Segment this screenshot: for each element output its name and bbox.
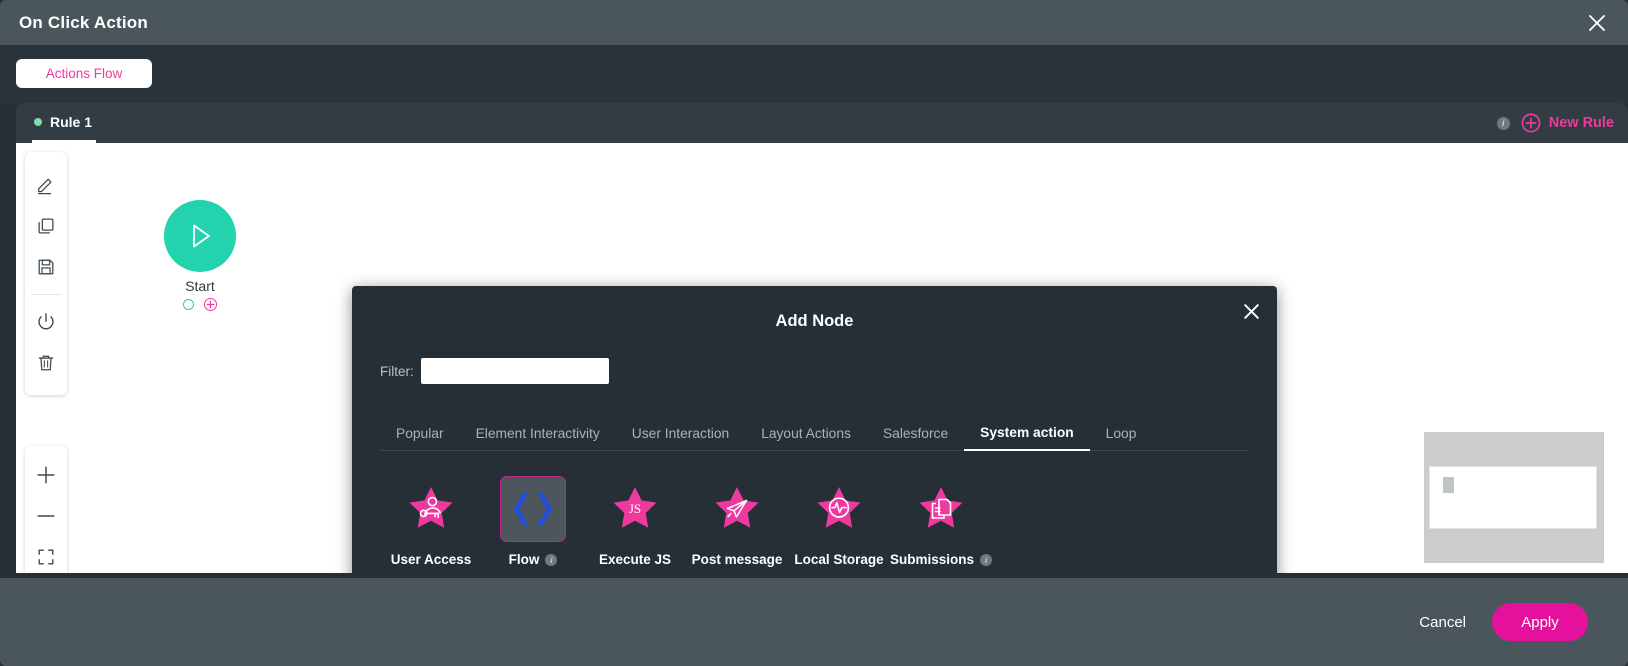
- save-tool-button[interactable]: [25, 246, 67, 287]
- node-label-text: Local Storage: [794, 552, 884, 567]
- fit-to-screen-button[interactable]: [25, 536, 67, 573]
- node-icon-wrap: [500, 476, 566, 542]
- tab-element-interactivity[interactable]: Element Interactivity: [460, 426, 616, 450]
- info-icon[interactable]: i: [1496, 116, 1510, 130]
- plus-circle-icon: [1521, 113, 1541, 133]
- info-icon[interactable]: i: [545, 553, 558, 566]
- cancel-button[interactable]: Cancel: [1419, 614, 1466, 631]
- on-click-action-dialog: On Click Action Actions Flow Rule 1 i Ne…: [0, 0, 1628, 666]
- code-brackets-icon: [513, 492, 553, 526]
- node-label-text: User Access: [390, 552, 472, 567]
- start-node[interactable]: Start: [164, 200, 236, 311]
- zoom-out-button[interactable]: [25, 495, 67, 536]
- toolbar-divider: [31, 294, 61, 295]
- fit-screen-icon: [38, 549, 54, 564]
- search-input[interactable]: [420, 358, 609, 384]
- js-star-icon: JS: [613, 487, 657, 528]
- node-option-label: Post message: [692, 552, 783, 567]
- minus-icon: [37, 514, 55, 517]
- minimap-node: [1443, 477, 1454, 493]
- node-option-label: Submissions i: [889, 552, 993, 567]
- rule-tabbar-actions: i New Rule: [1496, 103, 1614, 143]
- node-category-tabs: Popular Element Interactivity User Inter…: [380, 414, 1249, 451]
- plus-circle-icon[interactable]: [204, 298, 217, 311]
- node-option-post-message[interactable]: Post message: [686, 476, 788, 567]
- tab-popular[interactable]: Popular: [380, 426, 460, 450]
- tab-system-action[interactable]: System action: [964, 425, 1090, 451]
- node-icon-wrap: [398, 476, 464, 542]
- add-node-modal: Add Node Filter: Popular Element Interac…: [352, 286, 1277, 573]
- dialog-titlebar: On Click Action: [0, 0, 1628, 45]
- canvas-zoom-toolbar: [25, 446, 67, 573]
- start-node-ports: [164, 298, 236, 311]
- add-new-rule-button[interactable]: New Rule: [1521, 113, 1614, 133]
- start-node-circle[interactable]: [164, 200, 236, 272]
- plus-icon: [37, 465, 55, 484]
- play-icon: [193, 224, 210, 248]
- delete-tool-button[interactable]: [25, 342, 67, 383]
- node-label-text: Submissions: [889, 552, 975, 567]
- start-node-label: Start: [185, 278, 215, 294]
- rule-tab-rule-1[interactable]: Rule 1: [32, 103, 97, 143]
- power-icon: [38, 312, 54, 329]
- info-icon[interactable]: i: [980, 553, 993, 566]
- filter-label: Filter:: [380, 363, 414, 379]
- copy-icon: [38, 217, 54, 234]
- node-icon-wrap: [806, 476, 872, 542]
- rule-tabbar: Rule 1 i New Rule: [16, 103, 1628, 143]
- page-title: On Click Action: [19, 12, 148, 32]
- edit-tool-button[interactable]: [25, 164, 67, 205]
- save-icon: [38, 259, 54, 274]
- minimap-viewport[interactable]: [1429, 466, 1597, 529]
- node-option-execute-js[interactable]: JS Execute JS: [584, 476, 686, 567]
- pulse-star-icon: [817, 487, 861, 528]
- node-label-text: Post message: [691, 552, 783, 567]
- rule-status-dot: [34, 117, 42, 126]
- close-icon[interactable]: [1584, 10, 1610, 36]
- actions-flow-tab[interactable]: Actions Flow: [16, 59, 152, 88]
- paper-plane-star-icon: [715, 487, 759, 528]
- zoom-in-button[interactable]: [25, 454, 67, 495]
- minimap[interactable]: [1424, 432, 1604, 563]
- node-option-user-access[interactable]: User Access: [380, 476, 482, 567]
- pencil-icon: [38, 178, 52, 194]
- filter-row: Filter:: [380, 358, 609, 384]
- node-option-label: User Access: [391, 552, 472, 567]
- node-icon-wrap: [704, 476, 770, 542]
- tab-salesforce[interactable]: Salesforce: [867, 426, 964, 450]
- node-option-local-storage[interactable]: Local Storage: [788, 476, 890, 567]
- node-type-list: User Access Flow i JS Execute JS Post me…: [380, 476, 993, 567]
- trash-icon: [38, 355, 54, 370]
- user-key-star-icon: [409, 487, 453, 528]
- dialog-footer: Cancel Apply: [0, 578, 1628, 666]
- node-icon-wrap: [908, 476, 974, 542]
- node-label-text: Flow: [508, 552, 540, 567]
- node-option-label: Execute JS: [599, 552, 671, 567]
- node-option-label: Local Storage: [794, 552, 883, 567]
- node-label-text: Execute JS: [598, 552, 672, 567]
- tab-loop[interactable]: Loop: [1090, 426, 1153, 450]
- node-option-submissions[interactable]: Submissions i: [889, 476, 993, 567]
- node-icon-wrap: JS: [602, 476, 668, 542]
- modal-title: Add Node: [775, 312, 854, 330]
- actions-flow-label: Actions Flow: [45, 66, 123, 81]
- new-rule-label: New Rule: [1548, 115, 1614, 131]
- tab-user-interaction[interactable]: User Interaction: [616, 426, 745, 450]
- subtoolbar: Actions Flow: [0, 45, 1628, 103]
- power-tool-button[interactable]: [25, 301, 67, 342]
- document-star-icon: [919, 487, 963, 528]
- tab-layout-actions[interactable]: Layout Actions: [745, 426, 867, 450]
- node-option-flow[interactable]: Flow i: [482, 476, 584, 567]
- copy-tool-button[interactable]: [25, 205, 67, 246]
- circle-port-icon[interactable]: [183, 299, 194, 310]
- canvas-toolbar: [25, 152, 67, 395]
- node-option-label: Flow i: [509, 552, 558, 567]
- flow-canvas[interactable]: Start Add Node Filter: Popular Element I…: [16, 143, 1628, 573]
- svg-text:JS: JS: [629, 501, 641, 516]
- rule-tab-label: Rule 1: [50, 113, 93, 130]
- apply-button[interactable]: Apply: [1492, 603, 1588, 641]
